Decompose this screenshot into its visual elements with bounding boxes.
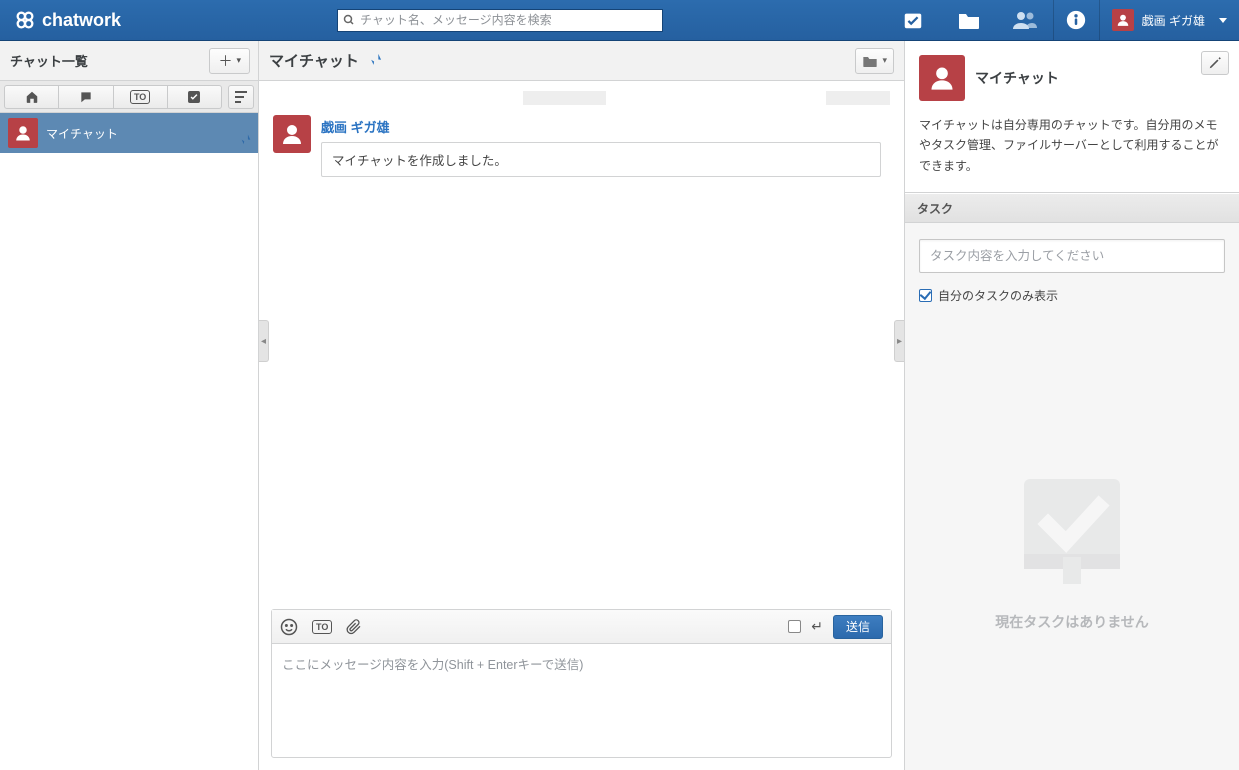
task-section-header: タスク xyxy=(905,193,1239,223)
folder-icon xyxy=(957,10,981,30)
emoji-button[interactable] xyxy=(280,618,298,636)
pencil-icon xyxy=(1208,56,1222,70)
top-info-button[interactable] xyxy=(1053,0,1099,40)
empty-tasks-icon xyxy=(997,446,1147,596)
sort-button[interactable] xyxy=(228,85,254,109)
room-avatar-icon xyxy=(919,55,965,101)
chat-list-item-mychat[interactable]: マイチャット xyxy=(0,113,258,153)
enter-key-icon: ↵ xyxy=(811,618,823,635)
emoji-icon xyxy=(280,618,298,636)
sidebar-title: チャット一覧 xyxy=(10,51,88,70)
user-menu[interactable]: 戯画 ギガ雄 xyxy=(1099,0,1239,40)
chevron-down-icon: ▾ xyxy=(236,55,241,66)
user-avatar-icon xyxy=(1112,9,1134,31)
search-input[interactable] xyxy=(360,10,662,31)
sort-icon xyxy=(235,90,247,104)
top-files-button[interactable] xyxy=(941,0,997,40)
room-title: マイチャット xyxy=(269,50,359,71)
info-icon xyxy=(1066,10,1086,30)
message-input[interactable] xyxy=(272,644,891,754)
to-icon: TO xyxy=(130,90,150,104)
folder-icon xyxy=(862,54,878,68)
search-box[interactable] xyxy=(337,9,663,32)
send-button[interactable]: 送信 xyxy=(833,615,883,639)
message-item: 戯画 ギガ雄 マイチャットを作成しました。 xyxy=(273,115,890,177)
chat-bubble-icon xyxy=(79,90,93,104)
message-timeline: ◂ ▸ 戯画 ギガ雄 マイチャットを作成しました。 xyxy=(259,81,904,601)
chat-item-name: マイチャット xyxy=(46,125,118,142)
room-description: マイチャットは自分専用のチャットです。自分用のメモやタスク管理、ファイルサーバー… xyxy=(919,115,1225,176)
own-tasks-only-checkbox[interactable] xyxy=(919,289,932,302)
chat-avatar-icon xyxy=(8,118,38,148)
add-chat-button[interactable]: ＋ ▾ xyxy=(209,48,250,74)
paperclip-icon xyxy=(346,618,362,636)
to-icon: TO xyxy=(312,620,332,634)
redacted-block xyxy=(826,91,890,105)
to-button[interactable]: TO xyxy=(312,620,332,634)
filter-to[interactable]: TO xyxy=(114,85,168,109)
filter-task[interactable] xyxy=(168,85,222,109)
task-filter-icon xyxy=(187,90,201,104)
brand-icon xyxy=(14,9,36,31)
top-tasks-button[interactable] xyxy=(885,0,941,40)
empty-tasks-text: 現在タスクはありません xyxy=(995,612,1149,632)
user-name: 戯画 ギガ雄 xyxy=(1142,12,1205,29)
collapse-left-handle[interactable]: ◂ xyxy=(259,320,269,362)
attach-button[interactable] xyxy=(346,618,362,636)
edit-room-button[interactable] xyxy=(1201,51,1229,75)
room-info-title: マイチャット xyxy=(975,68,1059,88)
home-icon xyxy=(25,90,39,104)
people-icon xyxy=(1012,10,1038,30)
pin-icon xyxy=(238,132,252,149)
filter-mention[interactable] xyxy=(59,85,113,109)
chevron-down-icon xyxy=(1219,18,1227,23)
search-icon xyxy=(338,14,360,26)
room-folder-menu[interactable]: ▾ xyxy=(855,48,894,74)
pin-icon[interactable] xyxy=(367,51,383,71)
chevron-down-icon: ▾ xyxy=(882,55,887,66)
top-contacts-button[interactable] xyxy=(997,0,1053,40)
collapse-right-handle[interactable]: ▸ xyxy=(894,320,904,362)
plus-icon: ＋ xyxy=(218,51,232,71)
own-tasks-only-label: 自分のタスクのみ表示 xyxy=(938,287,1058,304)
task-input[interactable] xyxy=(919,239,1225,273)
message-author[interactable]: 戯画 ギガ雄 xyxy=(321,117,890,136)
send-on-enter-checkbox[interactable] xyxy=(788,620,801,633)
message-composer: TO ↵ 送信 xyxy=(271,609,892,758)
redacted-block xyxy=(523,91,606,105)
brand-logo[interactable]: chatwork xyxy=(0,0,137,40)
task-check-icon xyxy=(902,9,924,31)
message-avatar-icon xyxy=(273,115,311,153)
message-text: マイチャットを作成しました。 xyxy=(321,142,881,177)
filter-home[interactable] xyxy=(4,85,59,109)
brand-text: chatwork xyxy=(42,10,121,31)
